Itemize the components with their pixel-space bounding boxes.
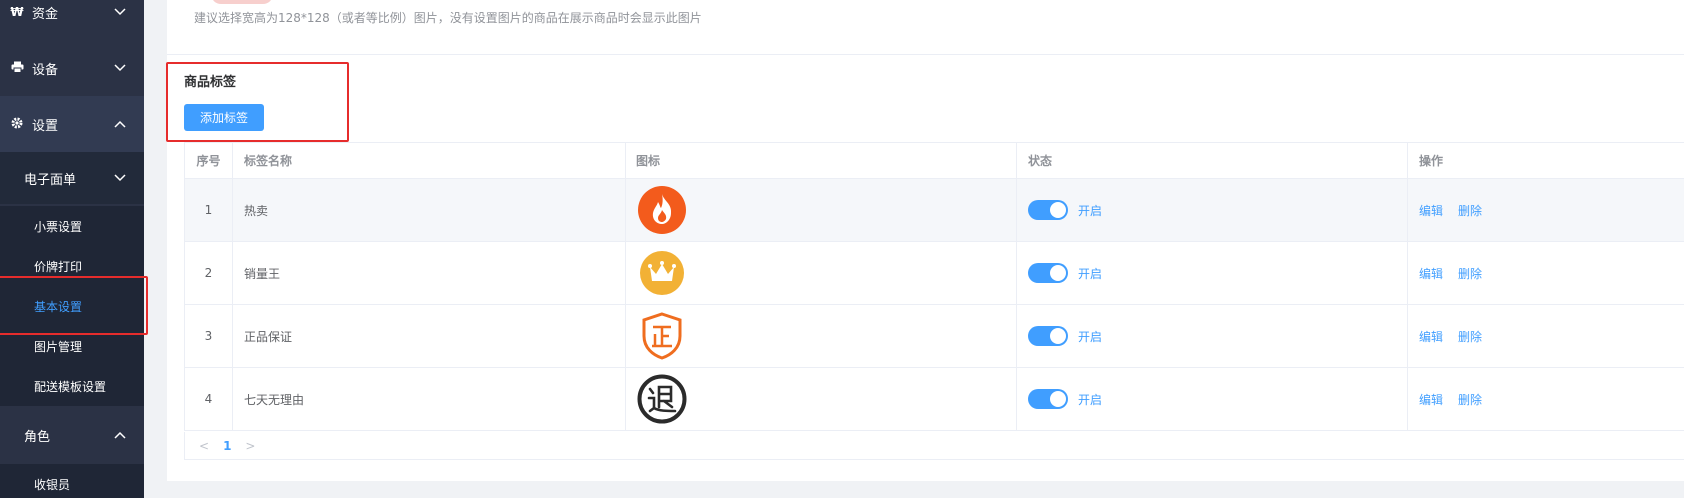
header-status: 状态: [1017, 143, 1408, 178]
chevron-up-icon: [114, 120, 126, 128]
sidebar-item-label: 价牌打印: [34, 259, 83, 274]
sidebar-item-receipt-settings[interactable]: 小票设置: [0, 206, 144, 246]
row-icon-cell: [626, 368, 1017, 430]
status-label: 开启: [1078, 329, 1103, 344]
row-name: 热卖: [233, 179, 626, 241]
row-icon-cell: [626, 305, 1017, 367]
header-index: 序号: [185, 143, 233, 178]
sidebar-item-role[interactable]: 角色: [0, 408, 144, 462]
status-toggle[interactable]: [1028, 263, 1068, 283]
row-name: 正品保证: [233, 305, 626, 367]
chevron-down-icon: [114, 64, 126, 72]
header-action: 操作: [1419, 154, 1444, 168]
row-name: 七天无理由: [233, 368, 626, 430]
row-index: 4: [185, 368, 233, 430]
status-toggle[interactable]: [1028, 200, 1068, 220]
sidebar-item-label: 收银员: [34, 478, 71, 492]
sidebar-item-label: 小票设置: [34, 219, 83, 234]
gear-icon: [10, 117, 24, 132]
shield-zheng-icon: [636, 310, 688, 362]
image-hint-text: 建议选择宽高为128*128（或者等比例）图片，没有设置图片的商品在展示商品时会…: [194, 11, 702, 25]
table-header-row: 序号 标签名称 图标 状态 操作: [185, 143, 1684, 179]
row-status-cell: 开启: [1017, 242, 1408, 304]
table-row: 1 热卖 开启 编辑 删除: [185, 179, 1684, 242]
status-toggle[interactable]: [1028, 326, 1068, 346]
sidebar-item-basic-settings[interactable]: 基本设置: [0, 286, 144, 326]
edit-link[interactable]: 编辑: [1419, 391, 1443, 408]
edit-link[interactable]: 编辑: [1419, 202, 1443, 219]
status-toggle[interactable]: [1028, 389, 1068, 409]
won-icon: ₩: [10, 5, 24, 19]
edit-link[interactable]: 编辑: [1419, 265, 1443, 282]
row-status-cell: 开启: [1017, 179, 1408, 241]
chevron-down-icon: [114, 174, 126, 182]
sidebar-item-price-tag-print[interactable]: 价牌打印: [0, 246, 144, 286]
sidebar-item-label: 电子面单: [24, 172, 77, 188]
tags-table: 序号 标签名称 图标 状态 操作 1 热卖 开启 编辑 删除 2 销量王 开启 …: [184, 142, 1684, 431]
prev-page-icon[interactable]: <: [199, 439, 209, 453]
header-name: 标签名称: [233, 143, 626, 178]
section-title-product-tags: 商品标签: [184, 75, 237, 90]
sidebar-item-device[interactable]: 设备: [0, 40, 144, 96]
add-tag-button[interactable]: 添加标签: [184, 104, 264, 131]
row-name: 销量王: [233, 242, 626, 304]
sidebar-item-label: 设置: [32, 118, 59, 134]
sidebar-item-label: 图片管理: [34, 339, 83, 354]
row-actions: 编辑 删除: [1408, 305, 1684, 367]
image-preview-fragment: [211, 0, 273, 4]
tui-return-icon: [636, 373, 688, 425]
sidebar-item-cashier[interactable]: 收银员: [0, 464, 144, 498]
sidebar-item-label: 角色: [24, 429, 51, 445]
page-number-current[interactable]: 1: [223, 439, 231, 453]
sidebar-item-e-waybill[interactable]: 电子面单: [0, 152, 144, 204]
row-icon-cell: [626, 179, 1017, 241]
status-label: 开启: [1078, 203, 1103, 218]
pagination: < 1 >: [184, 432, 1684, 460]
chevron-down-icon: [114, 8, 126, 16]
table-row: 4 七天无理由 开启 编辑 删除: [185, 368, 1684, 431]
edit-link[interactable]: 编辑: [1419, 328, 1443, 345]
delete-link[interactable]: 删除: [1458, 391, 1482, 408]
row-actions: 编辑 删除: [1408, 242, 1684, 304]
row-icon-cell: [626, 242, 1017, 304]
row-index: 2: [185, 242, 233, 304]
sidebar-item-delivery-template[interactable]: 配送模板设置: [0, 366, 144, 406]
row-index: 3: [185, 305, 233, 367]
chevron-up-icon: [114, 431, 126, 439]
sidebar-item-label: 设备: [32, 62, 59, 78]
row-index: 1: [185, 179, 233, 241]
sidebar-item-image-management[interactable]: 图片管理: [0, 326, 144, 366]
delete-link[interactable]: 删除: [1458, 328, 1482, 345]
sidebar-item-label: 配送模板设置: [34, 379, 107, 394]
header-icon: 图标: [626, 143, 1017, 178]
printer-icon: [10, 61, 24, 76]
row-actions: 编辑 删除: [1408, 179, 1684, 241]
sidebar-item-settings[interactable]: 设置: [0, 96, 144, 152]
sidebar-item-label: 基本设置: [34, 299, 83, 314]
row-status-cell: 开启: [1017, 368, 1408, 430]
table-row: 3 正品保证 开启 编辑 删除: [185, 305, 1684, 368]
table-row: 2 销量王 开启 编辑 删除: [185, 242, 1684, 305]
status-label: 开启: [1078, 266, 1103, 281]
fire-icon: [636, 184, 688, 236]
crown-icon: [636, 247, 688, 299]
sidebar-item-label: 资金: [32, 6, 59, 22]
row-actions: 编辑 删除: [1408, 368, 1684, 430]
delete-link[interactable]: 删除: [1458, 202, 1482, 219]
row-status-cell: 开启: [1017, 305, 1408, 367]
next-page-icon[interactable]: >: [245, 439, 255, 453]
delete-link[interactable]: 删除: [1458, 265, 1482, 282]
sidebar: ₩ 资金 设备 设置 电子面单 小票设置 价牌打印 基本设置 图片管理 配送模板…: [0, 0, 144, 498]
main-content: 建议选择宽高为128*128（或者等比例）图片，没有设置图片的商品在展示商品时会…: [167, 0, 1684, 481]
divider: [167, 54, 1684, 55]
status-label: 开启: [1078, 392, 1103, 407]
sidebar-item-funds[interactable]: ₩ 资金: [0, 0, 144, 40]
